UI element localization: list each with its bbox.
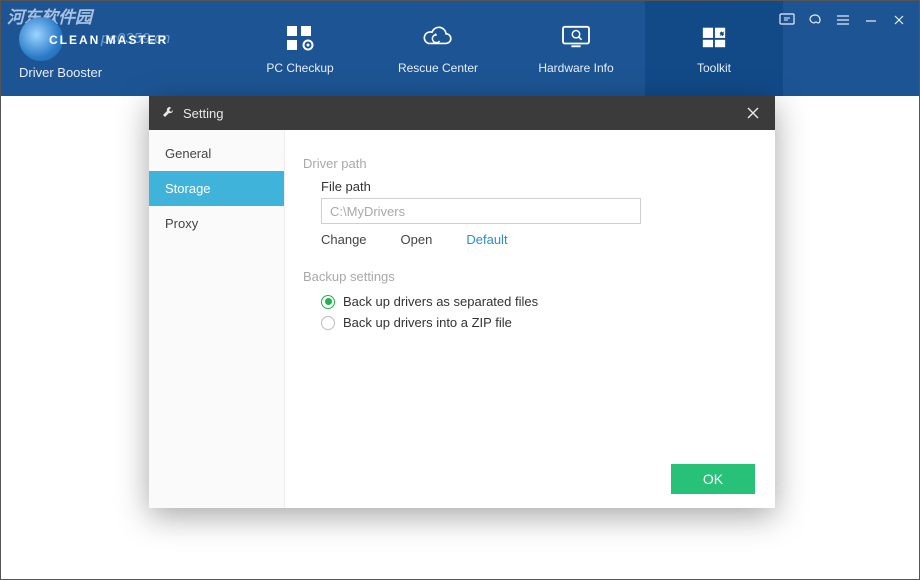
nav-label: Rescue Center — [398, 61, 478, 75]
monitor-search-icon — [560, 23, 592, 51]
path-actions: Change Open Default — [321, 232, 753, 247]
tab-general[interactable]: General — [149, 136, 284, 171]
tab-proxy[interactable]: Proxy — [149, 206, 284, 241]
radio-icon — [321, 316, 335, 330]
grid-icon — [284, 23, 316, 51]
driver-path-section-label: Driver path — [303, 156, 753, 171]
minimize-button[interactable] — [857, 7, 885, 33]
ok-button[interactable]: OK — [671, 464, 755, 494]
backup-options: Back up drivers as separated files Back … — [321, 294, 753, 330]
main-nav: PC Checkup Rescue Center Hardware Info T… — [231, 1, 783, 96]
backup-option-zip[interactable]: Back up drivers into a ZIP file — [321, 315, 753, 330]
settings-content: Driver path File path Change Open Defaul… — [285, 130, 775, 508]
nav-label: PC Checkup — [266, 61, 333, 75]
nav-pc-checkup[interactable]: PC Checkup — [231, 1, 369, 96]
app-brand: CLEAN MASTER — [49, 33, 168, 47]
file-path-label: File path — [321, 179, 753, 194]
feedback-icon[interactable] — [773, 7, 801, 33]
app-subtitle: Driver Booster — [19, 65, 102, 80]
nav-hardware-info[interactable]: Hardware Info — [507, 1, 645, 96]
radio-label: Back up drivers as separated files — [343, 294, 538, 309]
toolkit-icon — [698, 23, 730, 51]
cloud-restore-icon — [422, 23, 454, 51]
backup-option-separated[interactable]: Back up drivers as separated files — [321, 294, 753, 309]
backup-section-label: Backup settings — [303, 269, 753, 284]
file-path-input[interactable] — [321, 198, 641, 224]
radio-label: Back up drivers into a ZIP file — [343, 315, 512, 330]
nav-label: Toolkit — [697, 61, 731, 75]
settings-dialog: Setting General Storage Proxy Driver pat… — [149, 96, 775, 508]
radio-icon — [321, 295, 335, 309]
app-header: 河东软件园 pc0359.cn CLEAN MASTER Driver Boos… — [1, 1, 919, 96]
open-button[interactable]: Open — [401, 232, 433, 247]
settings-titlebar: Setting — [149, 96, 775, 130]
window-controls — [773, 7, 913, 33]
change-button[interactable]: Change — [321, 232, 367, 247]
skin-icon[interactable] — [801, 7, 829, 33]
nav-toolkit[interactable]: Toolkit — [645, 1, 783, 96]
close-button[interactable] — [885, 7, 913, 33]
nav-label: Hardware Info — [538, 61, 613, 75]
settings-close-button[interactable] — [743, 103, 763, 123]
default-button[interactable]: Default — [466, 232, 507, 247]
settings-title: Setting — [183, 106, 223, 121]
tab-storage[interactable]: Storage — [149, 171, 284, 206]
wrench-icon — [161, 105, 175, 122]
settings-tabs: General Storage Proxy — [149, 130, 285, 508]
menu-icon[interactable] — [829, 7, 857, 33]
nav-rescue-center[interactable]: Rescue Center — [369, 1, 507, 96]
logo-area: 河东软件园 pc0359.cn CLEAN MASTER Driver Boos… — [1, 1, 231, 96]
settings-body: General Storage Proxy Driver path File p… — [149, 130, 775, 508]
